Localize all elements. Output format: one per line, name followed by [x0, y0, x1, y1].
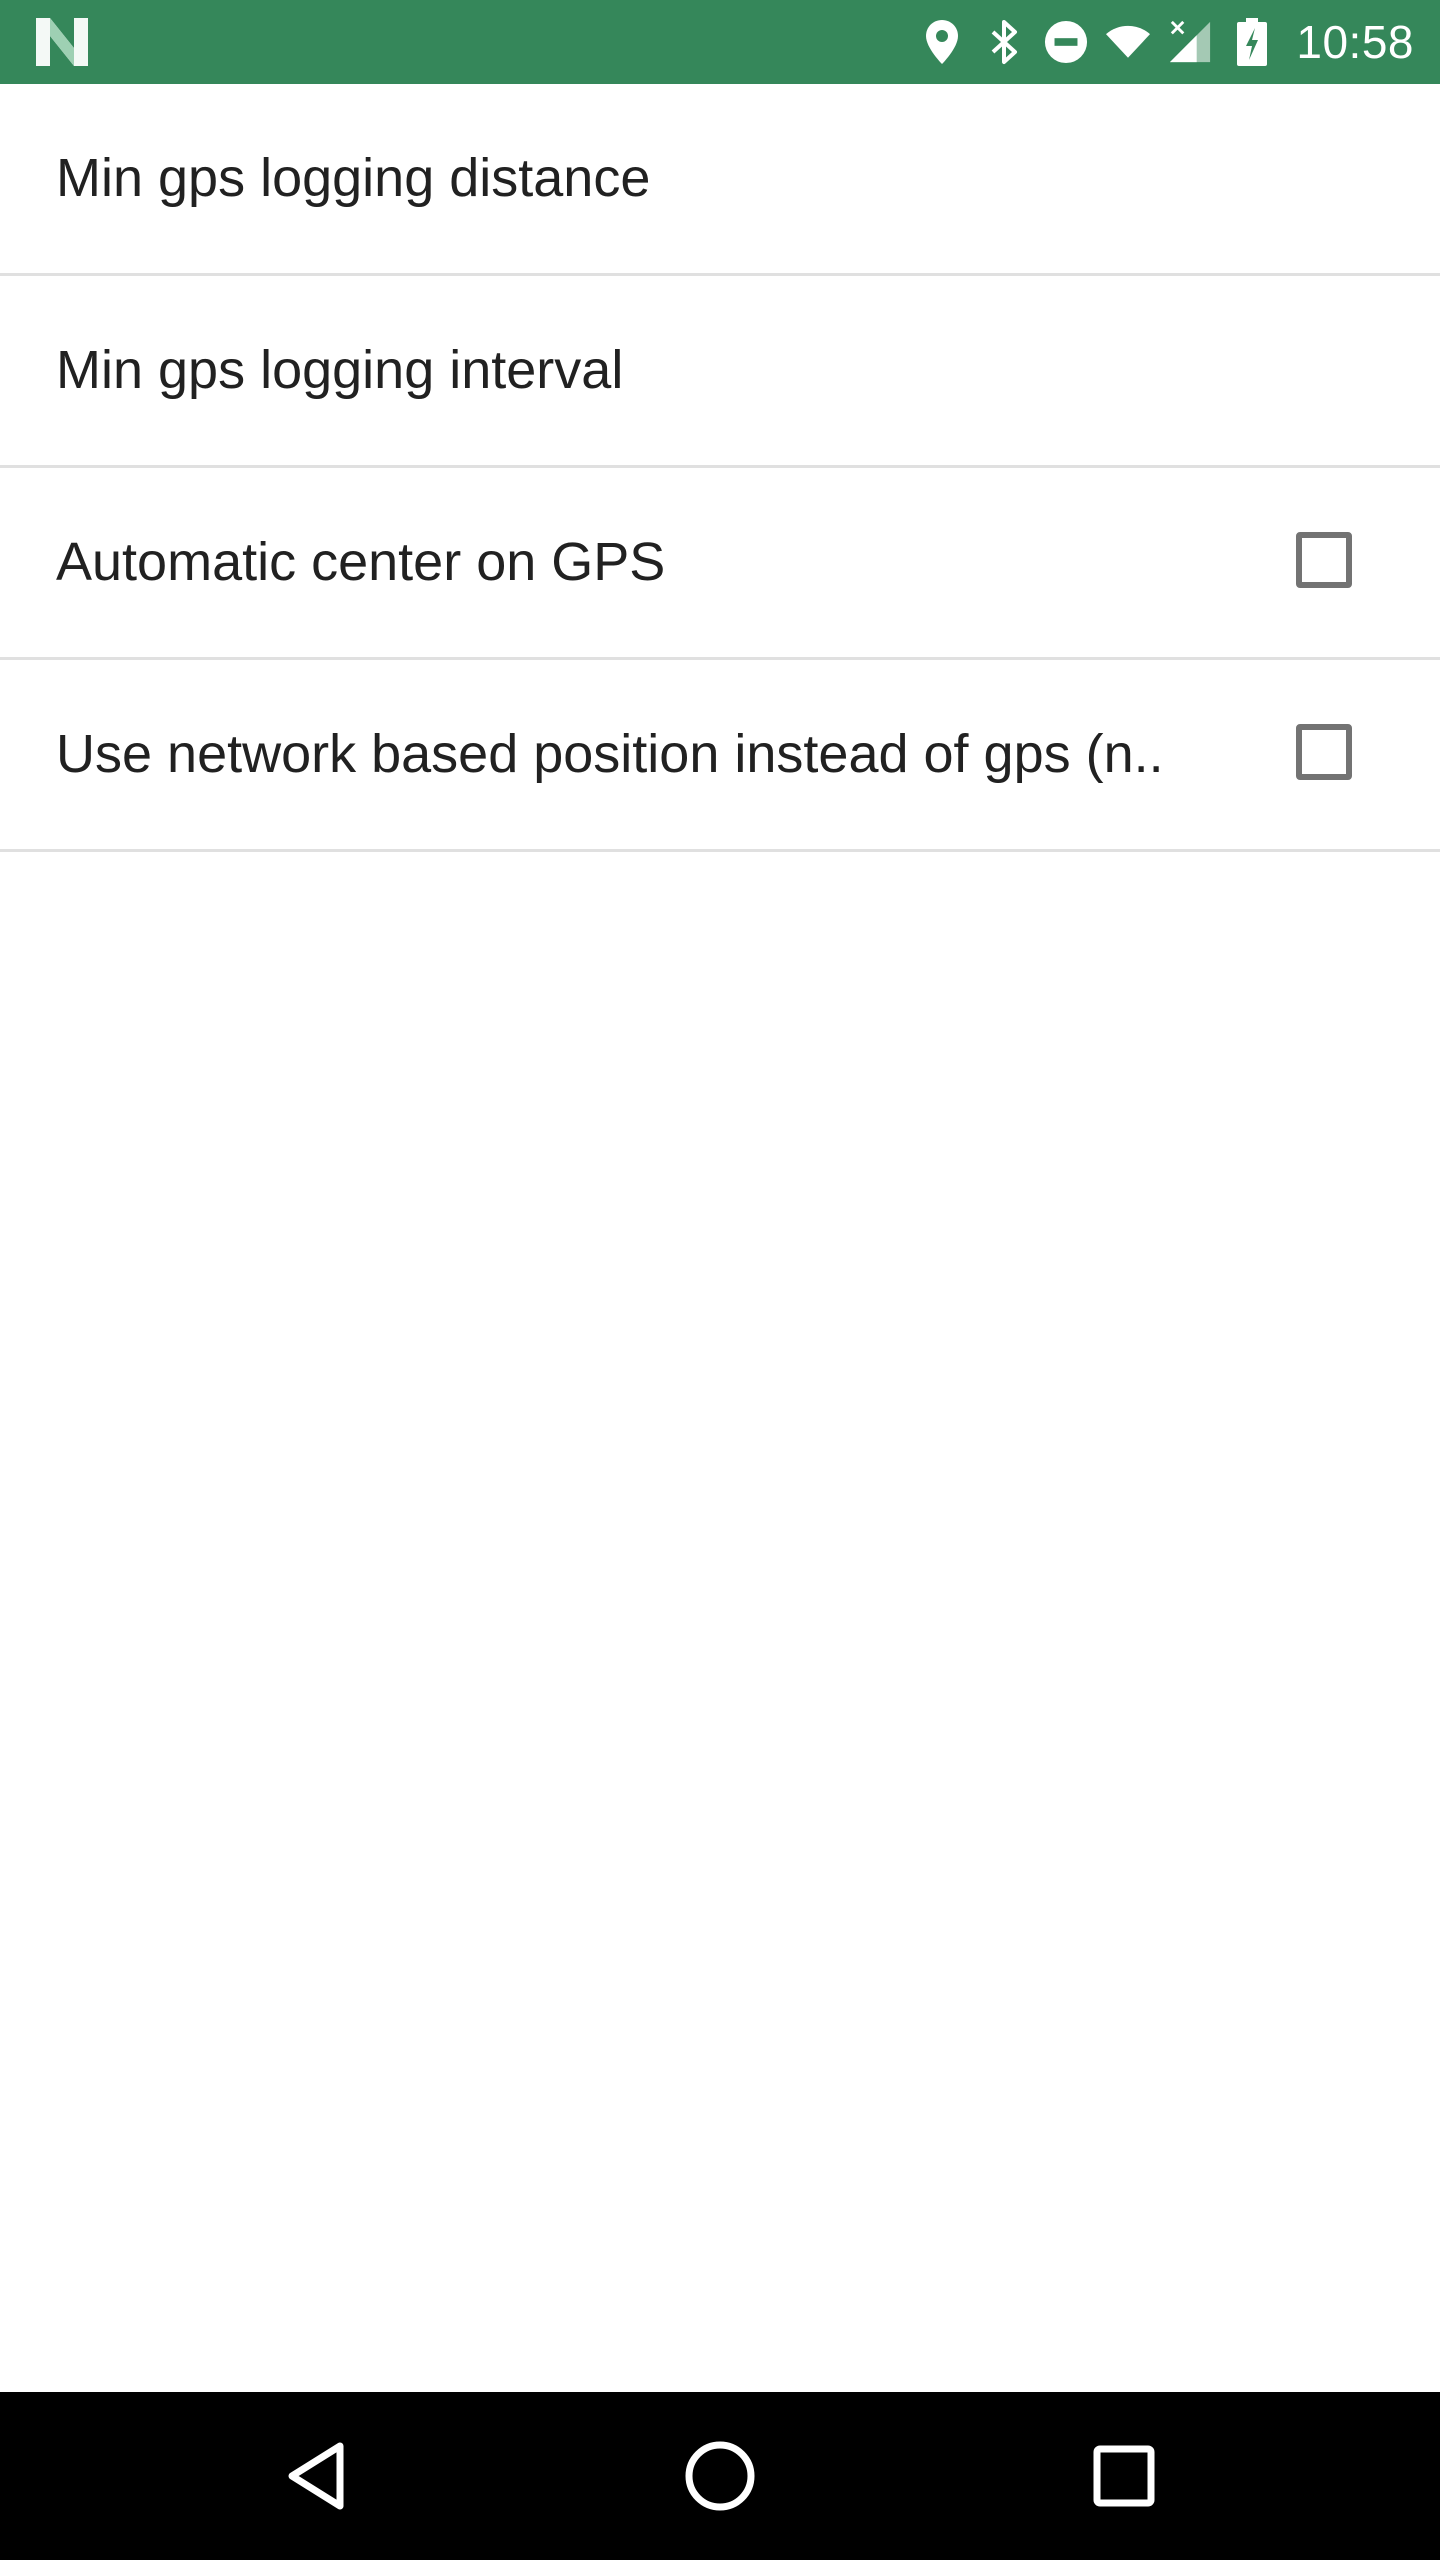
pref-title: Min gps logging interval: [56, 340, 624, 400]
pref-title: Min gps logging distance: [56, 148, 651, 208]
navigation-bar: [0, 2392, 1440, 2560]
battery-charging-icon: [1230, 18, 1274, 66]
n-logo-icon: [36, 18, 88, 66]
location-icon: [920, 18, 964, 66]
home-icon[interactable]: [670, 2426, 770, 2526]
do-not-disturb-icon: [1044, 18, 1088, 66]
recents-icon[interactable]: [1074, 2426, 1174, 2526]
pref-use-network-position[interactable]: Use network based position instead of gp…: [0, 660, 1440, 852]
status-icons: 10:58: [920, 0, 1414, 84]
bluetooth-icon: [982, 18, 1026, 66]
automatic-center-checkbox[interactable]: [1296, 532, 1352, 588]
back-icon[interactable]: [266, 2426, 366, 2526]
pref-title: Automatic center on GPS: [56, 532, 666, 592]
pref-min-gps-logging-interval[interactable]: Min gps logging interval: [0, 276, 1440, 468]
settings-list: Min gps logging distance Min gps logging…: [0, 84, 1440, 852]
signal-icon: [1168, 18, 1212, 66]
pref-min-gps-logging-distance[interactable]: Min gps logging distance: [0, 84, 1440, 276]
pref-title: Use network based position instead of gp…: [56, 724, 1164, 784]
status-time: 10:58: [1296, 16, 1414, 68]
wifi-icon: [1106, 18, 1151, 66]
status-bar: 10:58: [0, 0, 1440, 84]
network-position-checkbox[interactable]: [1296, 724, 1352, 780]
pref-automatic-center-on-gps[interactable]: Automatic center on GPS: [0, 468, 1440, 660]
